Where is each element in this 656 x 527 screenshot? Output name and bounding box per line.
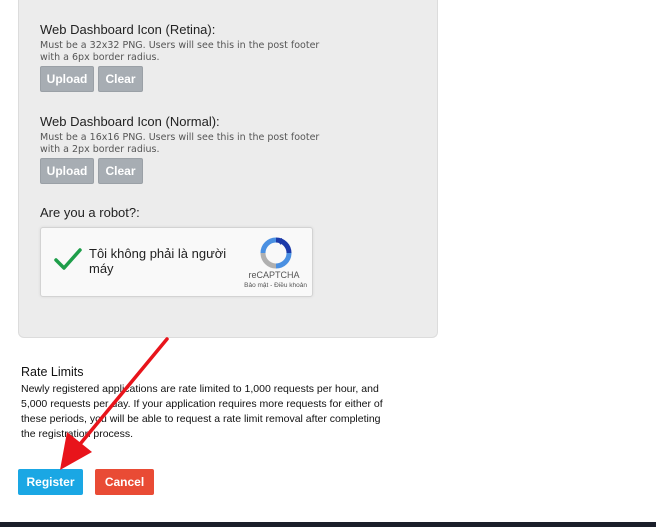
normal-upload-button[interactable]: Upload	[40, 158, 94, 184]
retina-icon-label: Web Dashboard Icon (Retina):	[40, 22, 216, 37]
recaptcha-checkbox-label: Tôi không phải là người máy	[89, 246, 227, 276]
retina-icon-help: Must be a 32x32 PNG. Users will see this…	[40, 40, 320, 63]
normal-icon-help: Must be a 16x16 PNG. Users will see this…	[40, 132, 320, 155]
normal-icon-label: Web Dashboard Icon (Normal):	[40, 114, 220, 129]
rate-limits-title: Rate Limits	[21, 365, 84, 379]
retina-clear-button[interactable]: Clear	[98, 66, 143, 92]
recaptcha-widget: Tôi không phải là người máy reCAPTCHA Bả…	[40, 227, 313, 297]
cancel-button[interactable]: Cancel	[95, 469, 154, 495]
page-footer-bar	[0, 522, 656, 527]
rate-limits-description: Newly registered applications are rate l…	[21, 383, 383, 440]
checkmark-icon[interactable]	[53, 244, 83, 274]
retina-upload-button[interactable]: Upload	[40, 66, 94, 92]
robot-label: Are you a robot?:	[40, 205, 140, 220]
recaptcha-terms-link[interactable]: Bảo mật - Điều khoản	[227, 282, 307, 289]
register-button[interactable]: Register	[18, 469, 83, 495]
normal-clear-button[interactable]: Clear	[98, 158, 143, 184]
recaptcha-brand: reCAPTCHA	[248, 270, 300, 280]
recaptcha-logo-icon	[260, 237, 292, 269]
